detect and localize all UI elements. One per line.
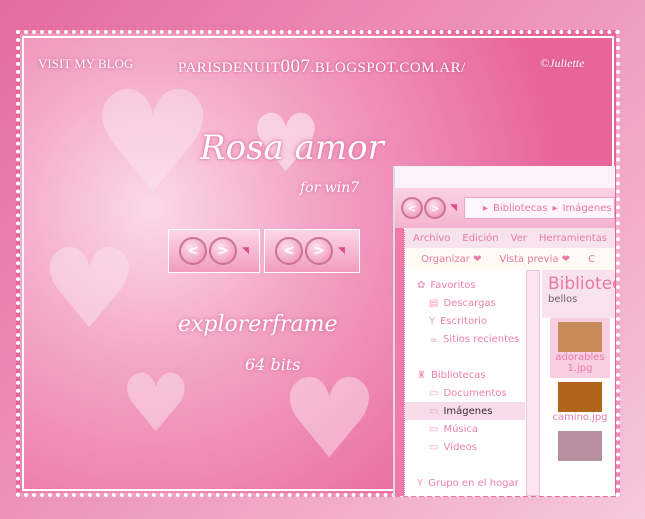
theme-title: Rosa amor — [200, 128, 384, 168]
file-view: Bibliotec bellos adorables 1.jpg camino.j… — [542, 270, 615, 496]
forward-icon: > — [209, 237, 237, 265]
sidebar-item[interactable]: ✿ Favoritos — [405, 276, 525, 294]
bits-label: 64 bits — [245, 355, 301, 374]
sidebar-item-label: Grupo en el hogar — [428, 477, 519, 489]
sidebar-item[interactable]: Y Grupo en el hogar — [405, 474, 525, 492]
dropdown-icon: ◥ — [338, 246, 345, 256]
heart-decoration-icon: ♥ — [40, 225, 139, 353]
breadcrumb-imagenes[interactable]: Imágenes — [563, 203, 612, 214]
url-suffix: .BLOGSPOT.COM.AR/ — [310, 60, 466, 76]
file-item[interactable] — [550, 427, 610, 465]
dropdown-icon: ◥ — [242, 246, 249, 256]
sidebar-item-label: Bibliotecas — [430, 369, 486, 381]
sidebar-item-label: Escritorio — [440, 315, 488, 327]
back-icon: < — [275, 237, 303, 265]
sidebar-item-label: Descargas — [443, 297, 496, 309]
url-number: 007 — [280, 56, 311, 77]
folder-icon: ▭ — [429, 423, 439, 435]
homegroup-icon: Y — [417, 477, 424, 489]
file-item[interactable]: adorables 1.jpg — [550, 318, 610, 378]
address-bar[interactable]: ▸ Bibliotecas ▸ Imágenes — [463, 197, 615, 219]
chevron-right-icon: ▸ — [552, 202, 558, 214]
menu-archivo[interactable]: Archivo — [413, 233, 450, 244]
library-title: Bibliotec — [548, 274, 615, 294]
menu-herramientas[interactable]: Herramientas — [539, 233, 607, 244]
credit-label: ©Juliette — [540, 56, 585, 70]
library-header: Bibliotec bellos — [542, 270, 615, 318]
visit-blog-label: VISIT MY BLOG — [38, 56, 134, 71]
sidebar-item[interactable]: Y Escritorio — [405, 312, 525, 330]
sidebar-item-label: Música — [443, 423, 479, 435]
thumbnail-image — [558, 322, 602, 352]
sidebar-item-label: Favoritos — [430, 279, 476, 291]
explorer-window: < > ◥ ▸ Bibliotecas ▸ Imágenes Archivo E… — [393, 166, 615, 496]
heart-decoration-icon: ♥ — [280, 355, 379, 483]
heart-decoration-icon: ♥ — [90, 62, 216, 225]
menu-edicion[interactable]: Edición — [462, 233, 498, 244]
sidebar-item-label: Sitios recientes — [442, 333, 520, 345]
folder-icon: ▭ — [429, 441, 439, 453]
sidebar-item-label: Vídeos — [443, 441, 477, 453]
forward-icon: > — [305, 237, 333, 265]
sidebar-item-label: Imágenes — [443, 405, 493, 417]
navigation-scrollbar[interactable] — [526, 270, 540, 496]
library-subtitle: bellos — [548, 294, 578, 305]
sidebar-item[interactable]: ▭ Vídeos — [405, 438, 525, 456]
thumbnail-image — [558, 382, 602, 412]
heart-decoration-icon: ♥ — [120, 357, 192, 450]
navigation-bar: < > ◥ ▸ Bibliotecas ▸ Imágenes — [395, 188, 615, 228]
file-name: camino.jpg — [552, 412, 608, 423]
command-bar: Organizar ❤ Vista previa ❤ C — [405, 248, 615, 270]
menu-ver[interactable]: Ver — [511, 233, 527, 244]
recent-dropdown-icon[interactable]: ◥ — [450, 203, 457, 213]
sidebar-item[interactable]: ♜ Bibliotecas — [405, 366, 525, 384]
desktop-icon: Y — [429, 315, 436, 327]
nav-buttons-preview-normal: < > ◥ — [168, 229, 260, 273]
organize-button[interactable]: Organizar ❤ — [421, 254, 481, 265]
folder-icon: ▭ — [429, 387, 439, 399]
favorites-icon: ✿ — [417, 279, 426, 291]
feature-label: explorerframe — [178, 312, 338, 337]
title-bar — [395, 166, 615, 190]
navigation-pane: ✿ Favoritos ▤ Descargas Y Escritorio ☕ Sitios r… — [405, 270, 525, 496]
file-item[interactable]: camino.jpg — [550, 378, 610, 427]
libraries-icon: ♜ — [417, 369, 426, 381]
sidebar-item[interactable]: ☕ Sitios recientes — [405, 330, 525, 348]
url-prefix: PARISDENUIT — [178, 60, 281, 76]
recent-icon: ☕ — [429, 333, 438, 345]
breadcrumb-bibliotecas[interactable]: Bibliotecas — [493, 203, 548, 214]
back-icon: < — [179, 237, 207, 265]
folder-icon: ▭ — [429, 405, 439, 417]
file-name: adorables 1.jpg — [555, 352, 605, 374]
forward-button[interactable]: > — [424, 197, 446, 219]
sidebar-item[interactable]: ▤ Descargas — [405, 294, 525, 312]
blog-url[interactable]: PARISDENUIT007.BLOGSPOT.COM.AR/ — [178, 56, 466, 78]
chevron-right-icon: ▸ — [482, 202, 488, 214]
more-button[interactable]: C — [588, 254, 595, 265]
theme-subtitle: for win7 — [300, 180, 360, 196]
nav-buttons-preview-hover: < > ◥ — [264, 229, 360, 273]
menu-bar: Archivo Edición Ver Herramientas A — [405, 228, 615, 248]
thumbnail-image — [558, 431, 602, 461]
sidebar-item[interactable]: ▭ Documentos — [405, 384, 525, 402]
preview-button[interactable]: Vista previa ❤ — [499, 254, 570, 265]
decorative-strip — [395, 228, 405, 496]
sidebar-item[interactable]: ▭ Música — [405, 420, 525, 438]
sidebar-item[interactable]: ▭ Imágenes — [405, 402, 525, 420]
downloads-icon: ▤ — [429, 297, 439, 309]
sidebar-item-label: Documentos — [443, 387, 507, 399]
back-button[interactable]: < — [401, 197, 423, 219]
